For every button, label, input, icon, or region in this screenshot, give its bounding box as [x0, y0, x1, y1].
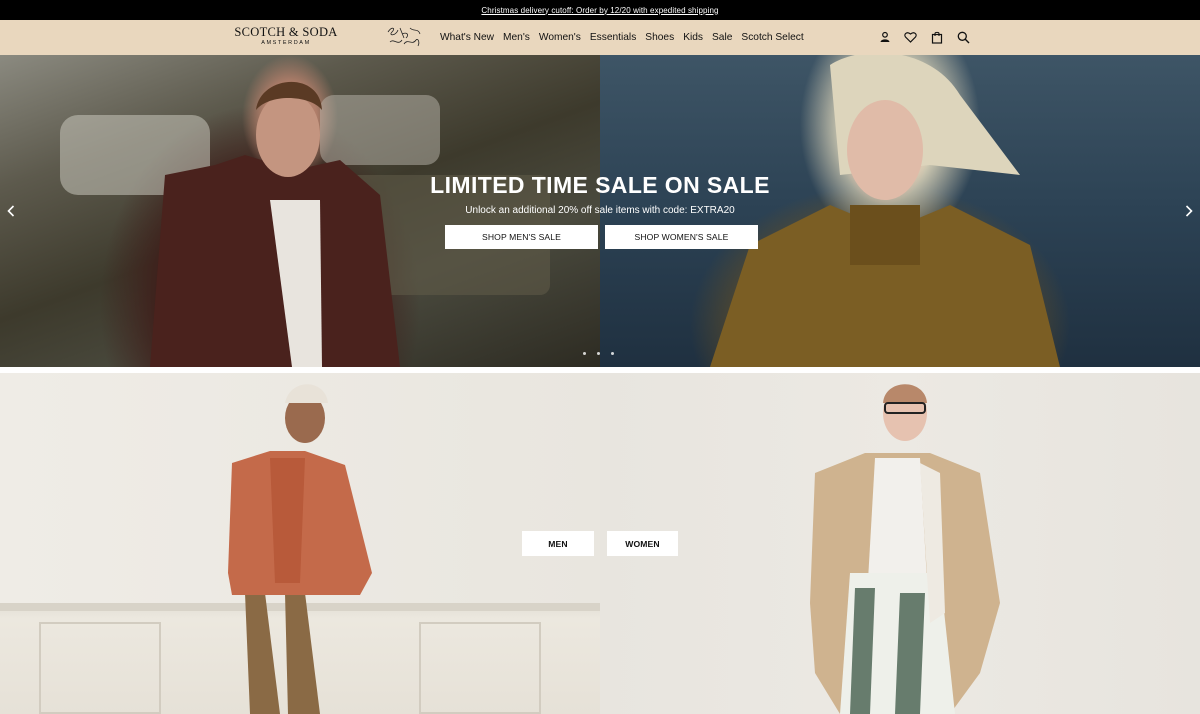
main-nav: What's New Men's Women's Essentials Shoe…: [440, 20, 813, 55]
nav-womens[interactable]: Women's: [539, 32, 581, 43]
chevron-right-icon[interactable]: [1182, 203, 1196, 219]
announcement-link[interactable]: Christmas delivery cutoff: Order by 12/2…: [481, 6, 718, 15]
shop-mens-sale-button[interactable]: SHOP MEN'S SALE: [445, 225, 598, 249]
search-icon[interactable]: [956, 30, 970, 44]
hero-title: LIMITED TIME SALE ON SALE: [430, 172, 770, 198]
shop-women-button[interactable]: WOMEN: [607, 531, 678, 556]
slider-dot[interactable]: [583, 352, 586, 355]
chevron-left-icon[interactable]: [4, 203, 18, 219]
shop-womens-sale-button[interactable]: SHOP WOMEN'S SALE: [605, 225, 758, 249]
nav-whats-new[interactable]: What's New: [440, 32, 494, 43]
nav-mens[interactable]: Men's: [503, 32, 530, 43]
logo[interactable]: SCOTCH & SODA AMSTERDAM: [233, 26, 339, 50]
nav-shoes[interactable]: Shoes: [645, 32, 674, 43]
nav-scotch-select[interactable]: Scotch Select: [741, 32, 803, 43]
women-model-illustration: [810, 384, 1000, 714]
shop-men-button[interactable]: MEN: [522, 531, 594, 556]
slider-dot[interactable]: [597, 352, 600, 355]
logo-brand: SCOTCH & SODA: [234, 25, 338, 39]
nav-kids[interactable]: Kids: [683, 32, 703, 43]
category-tile-men[interactable]: [0, 373, 600, 714]
slider-dots: [583, 352, 614, 355]
announcement-bar: Christmas delivery cutoff: Order by 12/2…: [0, 0, 1200, 20]
wishlist-icon[interactable]: [903, 30, 917, 44]
men-model-illustration: [0, 384, 600, 714]
nav-sale[interactable]: Sale: [712, 32, 732, 43]
category-tile-women[interactable]: [600, 373, 1200, 714]
logo-city: AMSTERDAM: [261, 40, 311, 46]
hero-subtitle: Unlock an additional 20% off sale items …: [465, 205, 735, 216]
bag-icon[interactable]: [930, 30, 944, 44]
anniversary-signature-logo: [387, 27, 421, 47]
nav-essentials[interactable]: Essentials: [590, 32, 636, 43]
account-icon[interactable]: [878, 30, 892, 44]
slider-dot[interactable]: [611, 352, 614, 355]
hero-banner[interactable]: LIMITED TIME SALE ON SALE Unlock an addi…: [0, 55, 1200, 367]
